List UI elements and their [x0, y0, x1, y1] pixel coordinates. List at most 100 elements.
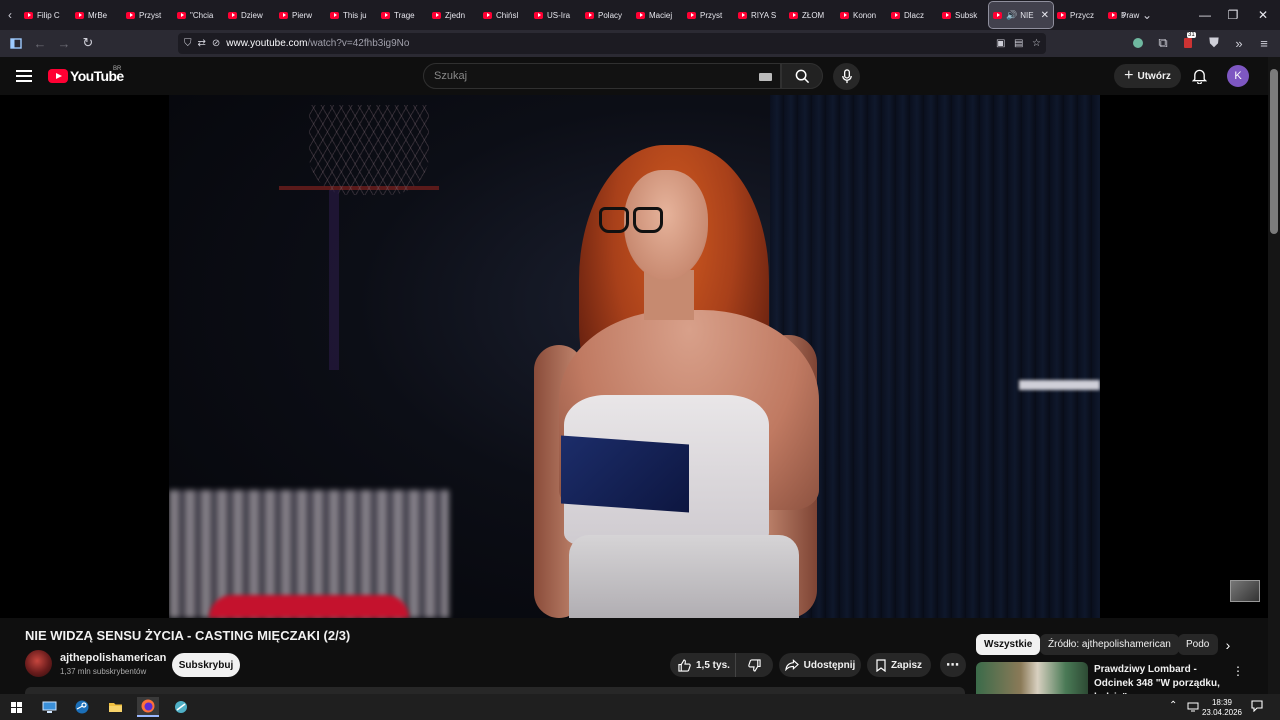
video-player[interactable]: [0, 95, 1268, 618]
tab-label: US-Ira: [547, 10, 571, 20]
browser-tab[interactable]: Filip C: [20, 2, 71, 28]
recommendation-thumbnail[interactable]: [976, 662, 1088, 694]
chip-all[interactable]: Wszystkie: [976, 634, 1041, 655]
extensions-puzzle-icon[interactable]: ⧉: [1151, 31, 1175, 55]
sidebar-toggle-icon[interactable]: [4, 31, 28, 55]
windows-start-icon[interactable]: [5, 697, 27, 717]
reload-icon[interactable]: ↻: [76, 31, 100, 55]
browser-tab[interactable]: Przyst: [683, 2, 734, 28]
video-thumbnail-preview[interactable]: [1230, 580, 1260, 602]
browser-tab[interactable]: Zjedn: [428, 2, 479, 28]
privacy-shield-icon[interactable]: ⛊: [1202, 31, 1226, 55]
browser-tab[interactable]: RIYA S: [734, 2, 785, 28]
tab-label: Filip C: [37, 10, 60, 20]
tray-chevron-up-icon[interactable]: ⌃: [1169, 700, 1177, 711]
save-button[interactable]: Zapisz: [867, 653, 931, 677]
chips-next-chevron-icon[interactable]: ›: [1219, 636, 1237, 654]
app-icon[interactable]: [170, 697, 192, 717]
browser-tab[interactable]: Chińsl: [479, 2, 530, 28]
browser-tab[interactable]: Przyst: [122, 2, 173, 28]
computer-icon[interactable]: [38, 697, 60, 717]
microphone-icon: [841, 69, 852, 84]
browser-tab[interactable]: Dziew: [224, 2, 275, 28]
back-icon[interactable]: ←: [28, 31, 52, 55]
like-button[interactable]: 1,5 tys.: [670, 653, 736, 677]
restore-icon[interactable]: ❐: [1216, 0, 1250, 30]
tabs-scroll-left-icon[interactable]: ‹: [0, 0, 20, 30]
youtube-favicon-icon: [330, 11, 339, 19]
browser-tab[interactable]: MrBe: [71, 2, 122, 28]
steam-icon[interactable]: [71, 697, 93, 717]
browser-tab[interactable]: Konon: [836, 2, 887, 28]
subscribe-button[interactable]: Subskrybuj: [172, 653, 240, 677]
shield-icon[interactable]: ⛉: [184, 38, 192, 49]
browser-tab[interactable]: ZŁOM: [785, 2, 836, 28]
browser-tab[interactable]: Przycz: [1053, 2, 1104, 28]
tab-list-dropdown-icon[interactable]: ⌄: [1137, 0, 1157, 30]
search-input[interactable]: [434, 70, 744, 82]
tab-label: This ju: [343, 10, 367, 20]
extension-badge-icon[interactable]: 31: [1176, 31, 1200, 55]
guide-menu-icon[interactable]: [16, 70, 32, 82]
browser-tab[interactable]: Maciej: [632, 2, 683, 28]
browser-tab[interactable]: Subsk: [938, 2, 989, 28]
browser-tab[interactable]: Pierw: [275, 2, 326, 28]
tab-close-icon[interactable]: ✕: [1041, 10, 1049, 21]
reader-view-icon[interactable]: ▤: [1014, 38, 1023, 49]
browser-tab[interactable]: Trage: [377, 2, 428, 28]
firefox-icon[interactable]: [137, 697, 159, 717]
youtube-favicon-icon: [279, 11, 288, 19]
keyboard-icon[interactable]: [759, 73, 772, 81]
tab-label: "Chcia: [190, 10, 214, 20]
youtube-logo[interactable]: YouTube BR: [48, 66, 124, 84]
dislike-button[interactable]: [736, 658, 772, 672]
share-button[interactable]: Udostępnij: [779, 653, 861, 677]
scrollbar-thumb[interactable]: [1270, 69, 1278, 234]
create-button[interactable]: + Utwórz: [1114, 64, 1181, 88]
page-scrollbar[interactable]: [1268, 57, 1280, 694]
browser-tab[interactable]: US-Ira: [530, 2, 581, 28]
close-window-icon[interactable]: ✕: [1246, 0, 1280, 30]
youtube-favicon-icon: [24, 11, 33, 19]
youtube-favicon-icon: [891, 11, 900, 19]
chip-source-channel[interactable]: Źródło: ajthepolishamerican: [1040, 634, 1179, 655]
youtube-favicon-icon: [942, 11, 951, 19]
recommendation-menu-icon[interactable]: ⋮: [1232, 663, 1244, 679]
camera-blocked-icon[interactable]: ⊘: [212, 38, 220, 49]
tab-list: Filip C MrBe Przyst "Chcia Dziew Pierw This ju…: [20, 0, 1155, 30]
thumbs-down-icon: [747, 658, 761, 672]
search-button[interactable]: [781, 63, 823, 89]
youtube-favicon-icon: [840, 11, 849, 19]
tabs-scroll-right-icon[interactable]: ›: [1114, 0, 1134, 30]
tab-audio-playing-icon[interactable]: 🔊: [1006, 10, 1017, 21]
browser-tab[interactable]: "Chcia: [173, 2, 224, 28]
tab-label: Dziew: [241, 10, 263, 20]
bookmark-star-icon[interactable]: ☆: [1032, 38, 1041, 49]
forward-icon[interactable]: →: [52, 31, 76, 55]
video-background-curtain: [770, 95, 1100, 618]
browser-tab-active[interactable]: 🔊 NIE ✕: [988, 1, 1054, 29]
overflow-chevron-icon[interactable]: »: [1227, 31, 1251, 55]
browser-tab[interactable]: Polacy: [581, 2, 632, 28]
browser-tab[interactable]: This ju: [326, 2, 377, 28]
video-frame[interactable]: [169, 95, 1100, 618]
video-red-sign: [209, 595, 409, 618]
more-actions-button[interactable]: ⋯: [940, 653, 966, 677]
file-explorer-icon[interactable]: [104, 697, 126, 717]
permissions-icon[interactable]: ⇄: [198, 38, 206, 49]
notifications-icon[interactable]: [1251, 699, 1263, 717]
channel-avatar[interactable]: [25, 650, 52, 677]
extension-shield-icon[interactable]: [1126, 31, 1150, 55]
chip-similar[interactable]: Podo: [1178, 634, 1218, 655]
address-bar[interactable]: ⛉ ⇄ ⊘ www.youtube.com/watch?v=42fhb3ig9N…: [178, 33, 1046, 54]
browser-tab[interactable]: Dlacz: [887, 2, 938, 28]
notifications-bell-icon[interactable]: [1188, 65, 1210, 87]
youtube-favicon-icon: [228, 11, 237, 19]
taskbar-clock[interactable]: 18:39 23.04.2026: [1200, 698, 1244, 718]
voice-search-button[interactable]: [833, 63, 860, 90]
picture-in-picture-icon[interactable]: ▣: [996, 38, 1005, 49]
app-menu-icon[interactable]: ≡: [1252, 31, 1276, 55]
account-avatar[interactable]: K: [1227, 65, 1249, 87]
search-box: [423, 63, 781, 89]
channel-name[interactable]: ajthepolishamerican: [60, 652, 166, 664]
